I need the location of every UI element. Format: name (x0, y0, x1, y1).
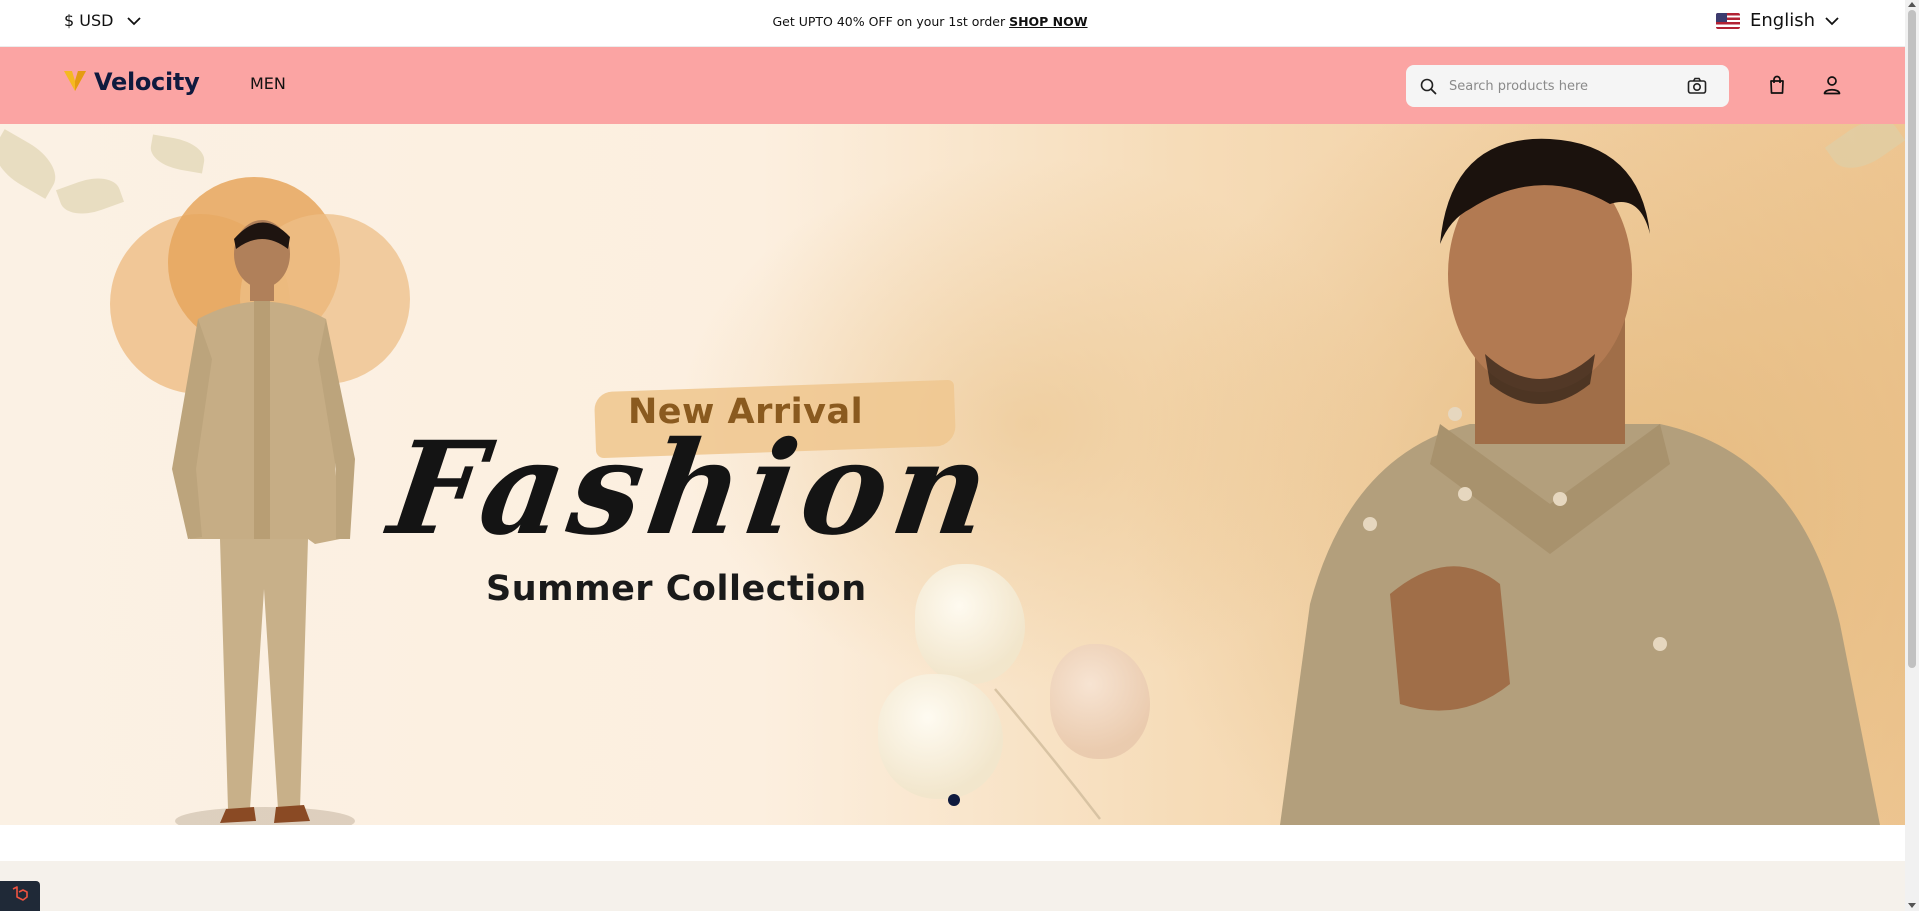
decorative-flower (915, 564, 1025, 684)
model-portrait-image (1280, 138, 1880, 825)
section-background (0, 861, 1905, 911)
shopping-bag-icon[interactable] (1767, 75, 1787, 95)
model-full-body-image (172, 220, 355, 825)
scroll-down-arrow[interactable] (1908, 903, 1916, 908)
laravel-debug-badge[interactable] (0, 881, 40, 911)
promo-text: Get UPTO 40% OFF on your 1st order (772, 14, 1010, 29)
laravel-icon (11, 885, 29, 907)
decorative-flower (878, 674, 1003, 799)
scroll-up-arrow[interactable] (1908, 2, 1916, 7)
search-bar (1406, 65, 1729, 107)
search-icon[interactable] (1420, 78, 1437, 95)
nav-item-men[interactable]: MEN (250, 74, 286, 93)
us-flag-icon (1716, 12, 1740, 29)
promo-banner: Get UPTO 40% OFF on your 1st order SHOP … (0, 14, 1860, 29)
user-icon[interactable] (1822, 75, 1842, 95)
chevron-down-icon (1825, 10, 1839, 31)
language-label: English (1750, 10, 1815, 31)
brand-logo[interactable]: Velocity (62, 67, 200, 97)
top-bar: $ USD Get UPTO 40% OFF on your 1st order… (0, 0, 1905, 47)
hero-headline-script: Fashion (381, 414, 1004, 564)
scrollbar-thumb[interactable] (1908, 10, 1916, 668)
brand-name: Velocity (94, 68, 200, 96)
decorative-stem (994, 688, 1101, 820)
hero-banner[interactable]: New Arrival Fashion Summer Collection (0, 124, 1905, 825)
carousel-dot[interactable] (948, 794, 960, 806)
shop-now-link[interactable]: SHOP NOW (1009, 14, 1087, 29)
search-input[interactable] (1447, 77, 1671, 95)
main-header: Velocity MEN (0, 47, 1905, 124)
language-switcher[interactable]: English (1716, 10, 1839, 31)
decorative-leaf (0, 129, 66, 199)
hero-headline-sub: Summer Collection (486, 569, 867, 609)
decorative-leaf (147, 134, 208, 174)
decorative-leaf (55, 169, 125, 223)
vertical-scrollbar[interactable] (1905, 0, 1919, 911)
velocity-logo-icon (62, 67, 88, 97)
camera-icon[interactable] (1687, 77, 1707, 95)
